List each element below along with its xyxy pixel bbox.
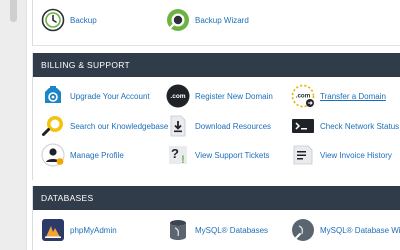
backup-panel: Backup Backup Wizard <box>32 0 400 46</box>
upgrade-account-label: Upgrade Your Account <box>70 91 150 101</box>
billing-support-header[interactable]: BILLING & SUPPORT <box>33 53 400 77</box>
transfer-domain-icon: .com <box>291 84 315 108</box>
network-status-link[interactable]: Check Network Status <box>291 113 399 139</box>
left-gutter <box>0 0 27 250</box>
support-tickets-label: View Support Tickets <box>195 150 270 160</box>
svg-text:!: ! <box>181 154 185 166</box>
backup-icon <box>41 8 65 32</box>
manage-profile-label: Manage Profile <box>70 150 124 160</box>
invoice-history-icon <box>293 145 313 165</box>
backup-wizard-link[interactable]: Backup Wizard <box>166 7 249 33</box>
knowledgebase-label: Search our Knowledgebase <box>70 121 169 131</box>
manage-profile-link[interactable]: Manage Profile <box>41 142 124 168</box>
knowledgebase-icon <box>42 116 63 136</box>
mysql-databases-link[interactable]: MySQL® Databases <box>166 217 268 243</box>
network-status-label: Check Network Status <box>320 121 400 131</box>
invoice-history-label: View Invoice History <box>320 150 392 160</box>
mysql-wizard-label: MySQL® Database Wizar <box>320 225 400 235</box>
svg-text:?: ? <box>171 146 179 161</box>
phpmyadmin-label: phpMyAdmin <box>70 225 117 235</box>
support-tickets-link[interactable]: ? ! View Support Tickets <box>166 142 270 168</box>
invoice-history-link[interactable]: View Invoice History <box>291 142 392 168</box>
transfer-domain-link[interactable]: .com Transfer a Domain <box>291 83 386 109</box>
phpmyadmin-link[interactable]: phpMyAdmin <box>41 217 117 243</box>
mysql-databases-label: MySQL® Databases <box>195 225 269 235</box>
manage-profile-icon <box>41 143 65 167</box>
databases-header[interactable]: DATABASES <box>33 186 400 210</box>
gutter-tab[interactable] <box>10 0 17 22</box>
register-domain-link[interactable]: .com Register New Domain <box>166 83 273 109</box>
register-domain-label: Register New Domain <box>195 91 273 101</box>
network-status-icon <box>292 119 314 133</box>
svg-text:.com: .com <box>170 93 185 100</box>
svg-text:.com: .com <box>296 93 311 100</box>
mysql-databases-icon <box>170 220 186 240</box>
backup-link[interactable]: Backup <box>41 7 97 33</box>
download-resources-link[interactable]: Download Resources <box>166 113 271 139</box>
upgrade-account-icon <box>45 86 61 103</box>
register-domain-icon: .com <box>166 84 190 108</box>
knowledgebase-link[interactable]: Search our Knowledgebase <box>41 113 168 139</box>
databases-panel: DATABASES phpMyAdmin MySQL® Databases My… <box>32 186 400 250</box>
download-resources-label: Download Resources <box>195 121 272 131</box>
backup-wizard-icon <box>167 9 189 31</box>
backup-wizard-label: Backup Wizard <box>195 15 249 25</box>
mysql-wizard-icon <box>292 219 314 241</box>
billing-support-panel: BILLING & SUPPORT Upgrade Your Account .… <box>32 53 400 180</box>
backup-label: Backup <box>70 15 97 25</box>
mysql-wizard-link[interactable]: MySQL® Database Wizar <box>291 217 400 243</box>
download-resources-icon <box>170 115 186 137</box>
upgrade-account-link[interactable]: Upgrade Your Account <box>41 83 150 109</box>
support-tickets-icon: ? ! <box>169 146 187 166</box>
transfer-domain-label: Transfer a Domain <box>320 91 386 101</box>
phpmyadmin-icon <box>42 219 64 241</box>
